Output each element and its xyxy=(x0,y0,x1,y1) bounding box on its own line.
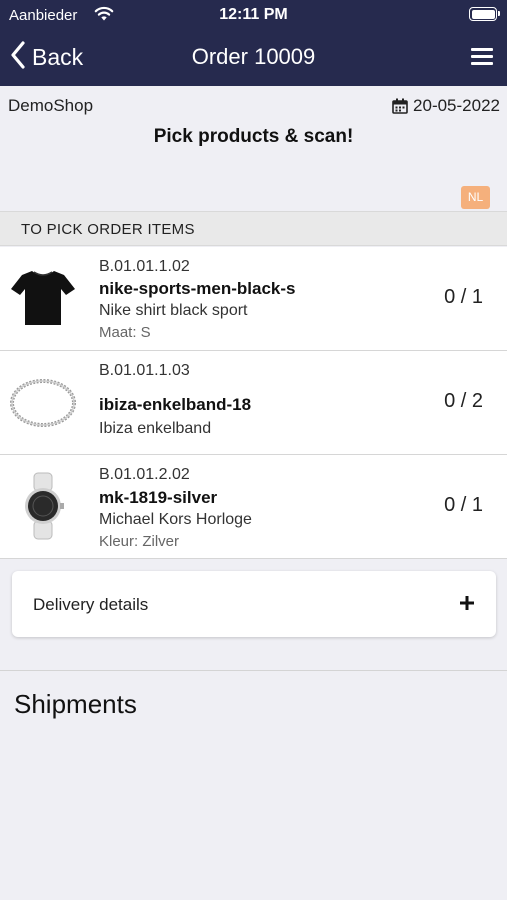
item-sku: ibiza-enkelband-18 xyxy=(99,395,252,414)
order-item-row[interactable]: B.01.01.1.02 nike-sports-men-black-s Nik… xyxy=(0,247,507,351)
back-button-label: Back xyxy=(32,43,84,70)
instruction-heading: Pick products & scan! xyxy=(153,126,354,147)
status-bar: Aanbieder 12:11 PM xyxy=(0,0,507,30)
clock-time: 12:11 PM xyxy=(219,6,288,23)
shipments-heading: Shipments xyxy=(14,689,137,719)
chevron-left-icon xyxy=(10,40,26,74)
item-name: Nike shirt black sport xyxy=(99,302,248,319)
item-attribute: Maat: S xyxy=(99,324,151,341)
page-title: Order 10009 xyxy=(191,44,316,69)
navigation-bar: Aanbieder 12:11 PM Back Order 10009 xyxy=(0,0,507,86)
tshirt-icon xyxy=(8,263,78,333)
section-header: TO PICK ORDER ITEMS xyxy=(0,211,507,246)
order-date: 20-05-2022 xyxy=(392,96,500,116)
language-badge[interactable]: NL xyxy=(461,186,490,209)
order-item-row[interactable]: B.01.01.2.02 mk-1819-silver Michael Kors… xyxy=(0,455,507,559)
divider xyxy=(0,670,507,671)
delivery-details-label: Delivery details xyxy=(33,595,149,614)
item-attribute: Kleur: Zilver xyxy=(99,533,180,550)
order-item-row[interactable]: B.01.01.1.03 ibiza-enkelband-18 Ibiza en… xyxy=(0,351,507,455)
plus-icon xyxy=(458,594,476,612)
order-date-label: 20-05-2022 xyxy=(413,96,500,115)
battery-icon xyxy=(469,7,500,21)
item-sku: mk-1819-silver xyxy=(99,488,218,507)
item-quantity: 0 / 2 xyxy=(444,390,483,412)
item-location: B.01.01.1.02 xyxy=(99,258,190,275)
back-button[interactable]: Back xyxy=(10,40,83,74)
item-location: B.01.01.2.02 xyxy=(99,466,190,483)
item-location: B.01.01.1.03 xyxy=(99,362,190,379)
hamburger-menu-icon[interactable] xyxy=(471,48,493,66)
anklet-icon xyxy=(8,367,78,437)
calendar-icon xyxy=(392,98,408,114)
item-sku: nike-sports-men-black-s xyxy=(99,279,296,298)
section-title: TO PICK ORDER ITEMS xyxy=(21,221,195,238)
item-name: Ibiza enkelband xyxy=(99,420,212,437)
item-quantity: 0 / 1 xyxy=(444,286,483,308)
watch-icon xyxy=(8,471,78,541)
item-quantity: 0 / 1 xyxy=(444,494,483,516)
shop-name: DemoShop xyxy=(8,96,94,115)
delivery-details-toggle[interactable]: Delivery details xyxy=(12,571,496,637)
item-name: Michael Kors Horloge xyxy=(99,511,252,528)
